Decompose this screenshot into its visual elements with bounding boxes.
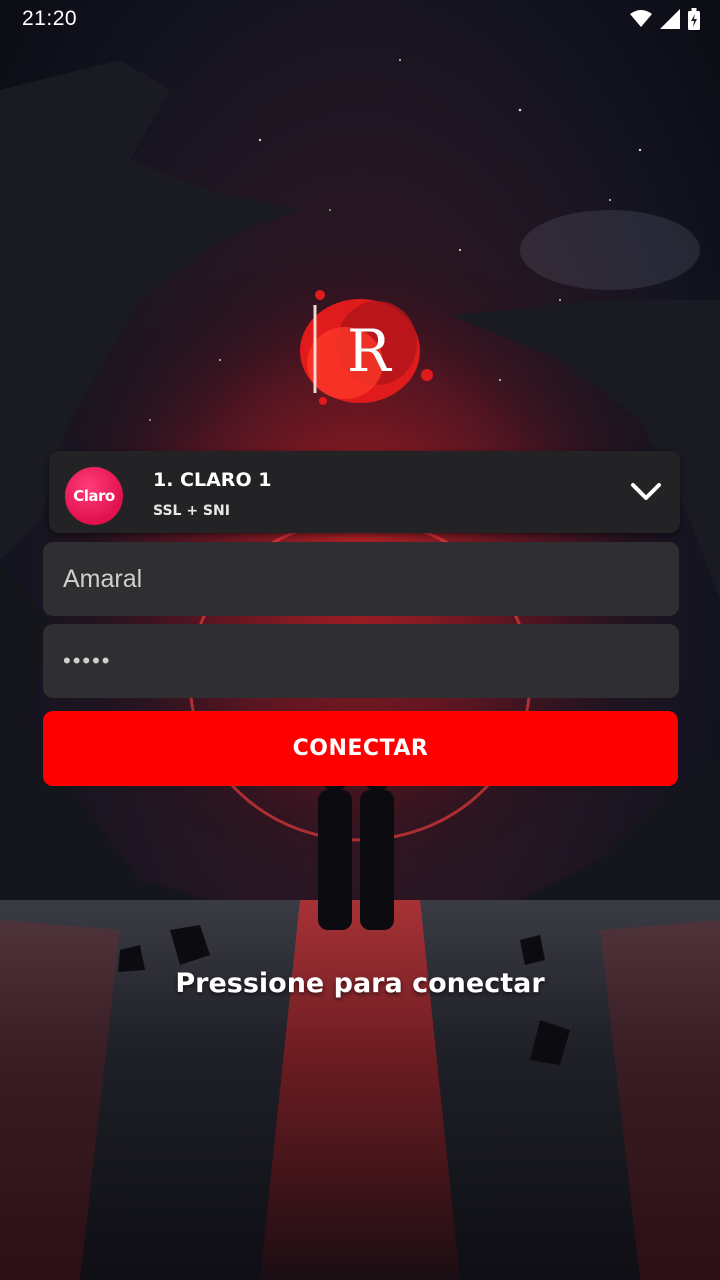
connect-button[interactable]: CONECTAR [43, 711, 678, 786]
chevron-down-icon[interactable] [630, 479, 662, 503]
server-mode: SSL + SNI [153, 503, 230, 519]
password-value: ••••• [63, 648, 112, 673]
connect-button-label: CONECTAR [292, 736, 429, 761]
status-bar: 21:20 [0, 0, 720, 40]
connect-hint: Pressione para conectar [175, 968, 545, 999]
battery-charging-icon [688, 8, 700, 30]
logo-letter: R [347, 317, 393, 385]
status-time: 21:20 [22, 7, 78, 30]
signal-icon [660, 9, 680, 29]
server-selector[interactable]: Claro 1. CLARO 1 SSL + SNI [49, 451, 680, 533]
username-value: Amaral [63, 564, 143, 593]
server-name: 1. CLARO 1 [153, 469, 272, 491]
username-field[interactable]: Amaral [43, 542, 679, 616]
claro-logo-text: Claro [73, 487, 115, 505]
claro-logo-icon: Claro [65, 467, 123, 525]
brand-logo-icon: R [300, 290, 433, 405]
password-field[interactable]: ••••• [43, 624, 679, 698]
wifi-icon [630, 10, 652, 27]
